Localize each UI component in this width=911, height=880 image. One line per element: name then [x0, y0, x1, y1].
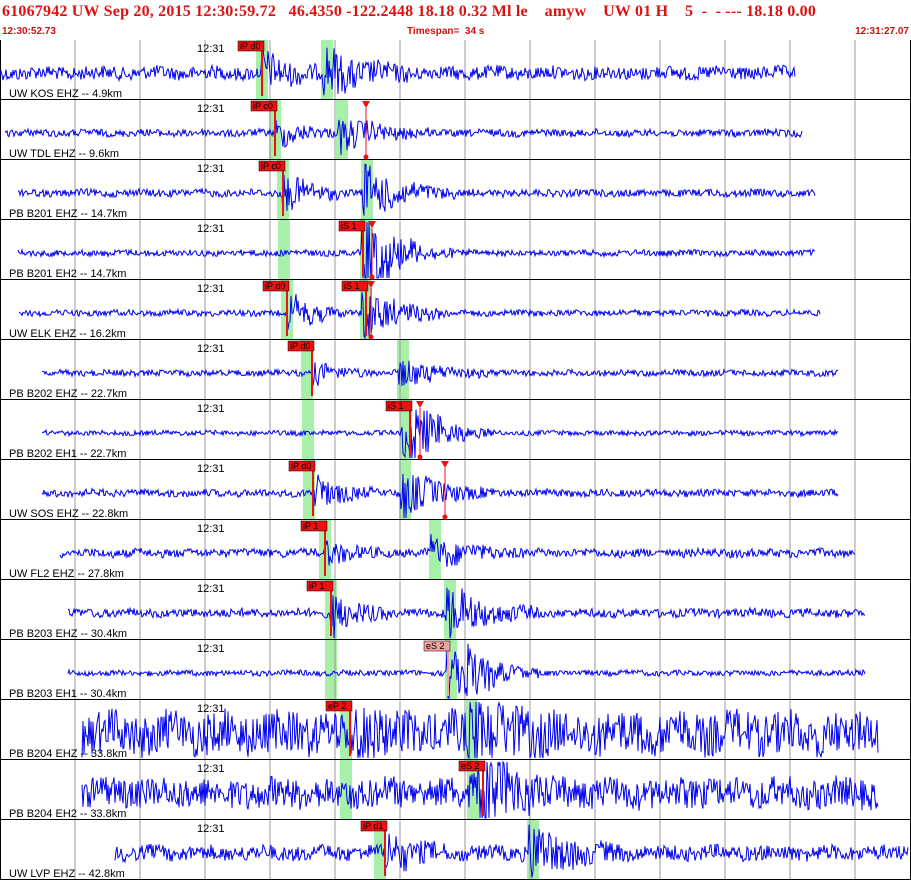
- pick-flag-label: iP d1: [363, 821, 383, 831]
- channel-label: PB B201 EH2 -- 14.7km: [9, 268, 126, 280]
- seismogram-trace: [17, 163, 816, 216]
- channel-panel[interactable]: 12:31 UW KOS EHZ -- 4.9km iP d0: [0, 40, 911, 100]
- pick-flag-label: iP 1: [303, 521, 318, 531]
- pick-flag-label: iP d0: [240, 41, 260, 51]
- seismogram-trace: [4, 119, 803, 155]
- channel-panel[interactable]: 12:31 UW SOS EHZ -- 22.8km iP d0: [0, 460, 911, 520]
- minute-tick-label: 12:31: [197, 223, 225, 235]
- minute-tick-label: 12:31: [197, 823, 225, 835]
- pick-flag-label: iS 1: [388, 401, 404, 411]
- channel-panel[interactable]: 12:31 UW FL2 EHZ -- 27.8km iP 1: [0, 520, 911, 580]
- pick-flag-label: iS 1: [341, 221, 357, 231]
- channel-panel[interactable]: 12:31 PB B201 EH2 -- 14.7km iS 1: [0, 220, 911, 280]
- channel-label: UW SOS EHZ -- 22.8km: [9, 508, 128, 520]
- pick-flag-label: iP d0: [265, 281, 285, 291]
- seismogram-trace: [67, 587, 866, 639]
- timespan-label: Timespan= 34 s: [407, 26, 485, 37]
- minute-tick-label: 12:31: [197, 463, 225, 475]
- pick-window-band: [302, 400, 314, 460]
- pick-flag-label: eS 2: [461, 761, 480, 771]
- channel-panel[interactable]: 12:31 PB B204 EHZ -- 33.8km eP 2: [0, 700, 911, 760]
- seismogram-trace: [17, 221, 816, 279]
- amplitude-marker-dot: [417, 454, 423, 460]
- seismogram-trace: [42, 409, 839, 459]
- waveform-panels[interactable]: 12:31 UW KOS EHZ -- 4.9km iP d0 12:31 UW TDL…: [0, 40, 911, 880]
- window-end-time: 12:31:27.07: [855, 26, 909, 37]
- amplitude-marker-icon: [416, 401, 424, 408]
- channel-label: PB B202 EHZ -- 22.7km: [9, 388, 127, 400]
- channel-label: PB B203 EH1 -- 30.4km: [9, 688, 126, 700]
- channel-panel[interactable]: 12:31 PB B202 EHZ -- 22.7km iP d0: [0, 340, 911, 400]
- pick-flag-label: iP d0: [291, 461, 311, 471]
- amplitude-marker-icon: [362, 101, 370, 108]
- channel-panel[interactable]: 12:31 PB B201 EHZ -- 14.7km iP c0: [0, 160, 911, 220]
- minute-tick-label: 12:31: [197, 103, 225, 115]
- channel-label: PB B201 EHZ -- 14.7km: [9, 208, 127, 220]
- seismogram-trace: [18, 292, 821, 340]
- event-summary-title: 61067942 UW Sep 20, 2015 12:30:59.72 46.…: [2, 3, 817, 20]
- minute-tick-label: 12:31: [197, 283, 225, 295]
- pick-window-band: [429, 520, 441, 580]
- amplitude-marker-dot: [368, 334, 374, 340]
- channel-panel[interactable]: 12:31 UW ELK EHZ -- 16.2km iP d0 iS 1: [0, 280, 911, 340]
- minute-tick-label: 12:31: [197, 523, 225, 535]
- seismogram-trace: [42, 360, 839, 387]
- minute-tick-label: 12:31: [197, 43, 225, 55]
- amplitude-marker-dot: [363, 154, 369, 160]
- channel-label: PB B203 EHZ -- 30.4km: [9, 628, 127, 640]
- amplitude-marker-dot: [442, 514, 448, 520]
- pick-window-band: [278, 220, 290, 280]
- minute-tick-label: 12:31: [197, 643, 225, 655]
- minute-tick-label: 12:31: [197, 403, 225, 415]
- channel-panel[interactable]: 12:31 PB B203 EHZ -- 30.4km iP 1: [0, 580, 911, 640]
- channel-label: PB B202 EH1 -- 22.7km: [9, 448, 126, 460]
- seismogram-trace: [114, 824, 909, 878]
- seismogram-trace: [41, 473, 839, 519]
- channel-label: UW KOS EHZ -- 4.9km: [9, 88, 122, 100]
- minute-tick-label: 12:31: [197, 763, 225, 775]
- minute-tick-label: 12:31: [197, 163, 225, 175]
- channel-label: UW ELK EHZ -- 16.2km: [9, 328, 126, 340]
- minute-tick-label: 12:31: [197, 343, 225, 355]
- amplitude-marker-dot: [369, 274, 375, 280]
- channel-label: UW FL2 EHZ -- 27.8km: [9, 568, 124, 580]
- channel-panel[interactable]: 12:31 PB B203 EH1 -- 30.4km eS 2: [0, 640, 911, 700]
- channel-label: UW LVP EHZ -- 42.8km: [9, 868, 125, 880]
- minute-tick-label: 12:31: [197, 703, 225, 715]
- pick-flag-label: iP d0: [290, 341, 310, 351]
- event-header: 61067942 UW Sep 20, 2015 12:30:59.72 46.…: [0, 0, 911, 40]
- channel-label: UW TDL EHZ -- 9.6km: [9, 148, 119, 160]
- channel-panel[interactable]: 12:31 PB B204 EH2 -- 33.8km eS 2: [0, 760, 911, 820]
- channel-label: PB B204 EHZ -- 33.8km: [9, 748, 127, 760]
- window-start-time: 12:30:52.73: [2, 26, 56, 37]
- minute-tick-label: 12:31: [197, 583, 225, 595]
- seismogram-trace: [67, 643, 866, 699]
- pick-flag-label: iP c0: [253, 101, 273, 111]
- pick-flag-label: eP 2: [328, 701, 346, 711]
- channel-panel[interactable]: 12:31 UW LVP EHZ -- 42.8km iP d1: [0, 820, 911, 880]
- waveform-canvas[interactable]: 12:31 UW KOS EHZ -- 4.9km iP d0 12:31 UW TDL…: [0, 40, 911, 880]
- pick-flag-label: eS 2: [426, 641, 445, 651]
- channel-panel[interactable]: 12:31 PB B202 EH1 -- 22.7km iS 1: [0, 400, 911, 460]
- pick-flag-label: iP 1: [309, 581, 324, 591]
- channel-panel[interactable]: 12:31 UW TDL EHZ -- 9.6km iP c0: [0, 100, 911, 160]
- pick-flag-label: iP c0: [261, 161, 281, 171]
- seismogram-trace: [59, 534, 856, 567]
- pick-flag-label: iS 1: [344, 281, 360, 291]
- amplitude-marker-icon: [441, 461, 449, 468]
- channel-label: PB B204 EH2 -- 33.8km: [9, 808, 126, 820]
